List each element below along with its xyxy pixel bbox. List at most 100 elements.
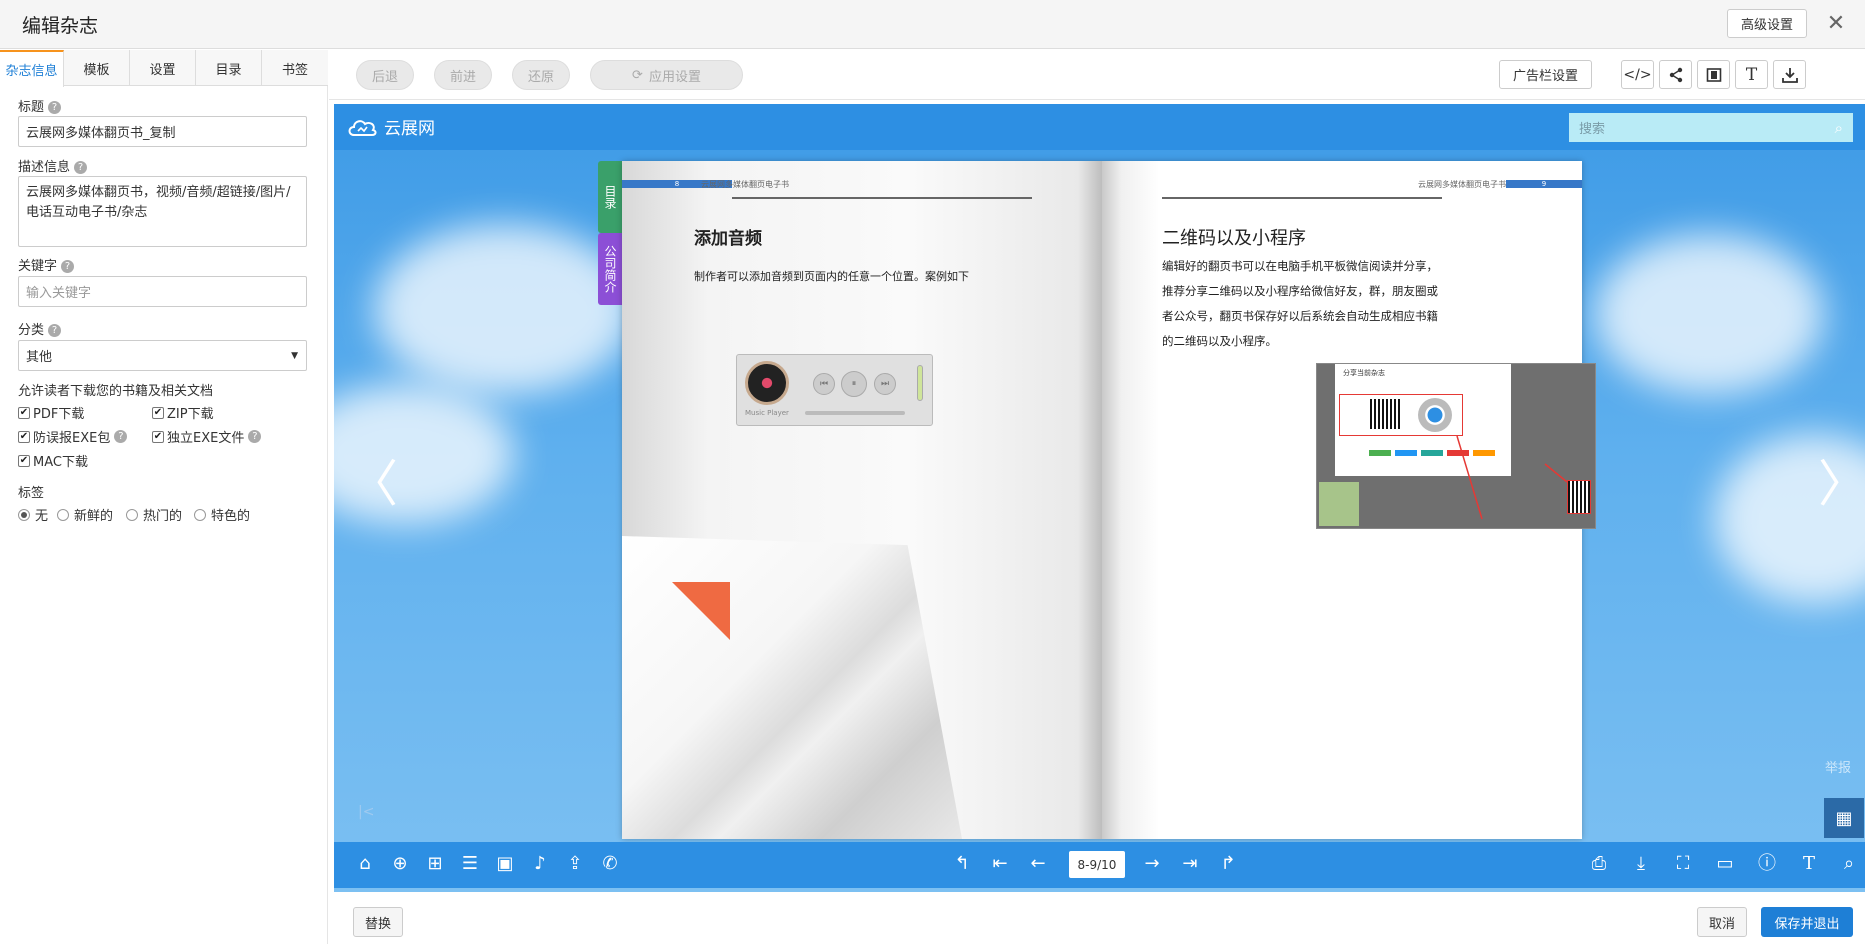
tab-template[interactable]: 模板 bbox=[64, 50, 130, 86]
print-icon[interactable]: ⎙ bbox=[1588, 855, 1610, 873]
table-of-contents-icon[interactable]: ☰ bbox=[459, 855, 481, 873]
zip-download-checkbox[interactable]: ✔ ZIP下载 bbox=[152, 403, 214, 422]
category-label: 分类? bbox=[18, 319, 62, 338]
keyword-input[interactable]: 输入关键字 bbox=[18, 276, 307, 307]
download-icon[interactable]: ⤓ bbox=[1630, 855, 1652, 873]
title-bar: 编辑杂志 高级设置 ✕ bbox=[0, 0, 1865, 49]
next-page-icon[interactable]: → bbox=[1141, 855, 1163, 873]
replace-button[interactable]: 替换 bbox=[353, 907, 403, 937]
home-icon[interactable]: ⌂ bbox=[354, 855, 376, 873]
previous-track-icon[interactable]: ⏮ bbox=[813, 373, 835, 395]
apply-settings-button[interactable]: ⟳ 应用设置 bbox=[590, 60, 743, 90]
first-page-icon[interactable]: |< bbox=[358, 804, 374, 820]
restore-button[interactable]: 还原 bbox=[512, 60, 570, 90]
description-label: 描述信息? bbox=[18, 156, 88, 175]
fullscreen-icon[interactable]: ⛶ bbox=[1672, 855, 1694, 873]
first-page-icon[interactable]: ⇤ bbox=[989, 855, 1011, 873]
side-tab-company[interactable]: 公司简介 bbox=[598, 233, 623, 305]
page-title: 编辑杂志 bbox=[22, 15, 99, 37]
tag-radio-fresh[interactable]: 新鲜的 bbox=[57, 505, 113, 524]
info-icon[interactable]: ⓘ bbox=[1756, 855, 1778, 873]
previous-page-icon[interactable]: ← bbox=[1027, 855, 1049, 873]
viewer-search-input[interactable]: 搜索 ⌕ bbox=[1569, 113, 1853, 142]
tag-radio-hot[interactable]: 热门的 bbox=[126, 505, 182, 524]
advanced-settings-button[interactable]: 高级设置 bbox=[1727, 9, 1807, 38]
standalone-exe-checkbox[interactable]: ✔ 独立EXE文件? bbox=[152, 427, 262, 446]
report-link[interactable]: 举报 bbox=[1825, 757, 1851, 776]
comment-icon[interactable]: ▭ bbox=[1714, 855, 1736, 873]
tab-settings[interactable]: 设置 bbox=[130, 50, 196, 86]
help-icon[interactable]: ? bbox=[74, 161, 88, 174]
description-textarea[interactable]: 云展网多媒体翻页书，视频/音频/超链接/图片/电话互动电子书/杂志 bbox=[18, 176, 307, 247]
sound-icon[interactable]: ♪ bbox=[529, 855, 551, 873]
tab-magazine-info[interactable]: 杂志信息 bbox=[0, 50, 64, 87]
page-number-badge: 9 bbox=[1506, 180, 1582, 188]
page-curl[interactable] bbox=[622, 536, 962, 839]
text-icon[interactable]: T bbox=[1735, 60, 1768, 89]
redo-button[interactable]: 前进 bbox=[434, 60, 492, 90]
progress-slider[interactable] bbox=[805, 411, 905, 415]
redo-flip-icon[interactable]: ↱ bbox=[1217, 855, 1239, 873]
zoom-in-icon[interactable]: ⊕ bbox=[389, 855, 411, 873]
tab-bookmarks[interactable]: 书签 bbox=[262, 50, 328, 86]
music-player[interactable]: Music Player ⏮ ⏸ ⏭ bbox=[736, 354, 933, 426]
volume-slider[interactable] bbox=[917, 365, 923, 401]
share-screenshot-image: 分享当前杂志 bbox=[1316, 363, 1596, 529]
prev-page-arrow-icon[interactable]: 〈 bbox=[348, 459, 398, 509]
thumbnails-icon[interactable]: ⊞ bbox=[424, 855, 446, 873]
mac-download-checkbox[interactable]: ✔ MAC下载 bbox=[18, 451, 88, 470]
undo-button[interactable]: 后退 bbox=[356, 60, 414, 90]
save-and-exit-button[interactable]: 保存并退出 bbox=[1761, 907, 1853, 937]
panel-tabs: 杂志信息 模板 设置 目录 书签 bbox=[0, 50, 328, 87]
help-icon[interactable]: ? bbox=[248, 430, 262, 443]
undo-flip-icon[interactable]: ↰ bbox=[951, 855, 973, 873]
header-rule bbox=[732, 197, 1032, 199]
help-icon[interactable]: ? bbox=[114, 430, 128, 443]
site-logo[interactable]: 云展网 bbox=[346, 114, 435, 139]
close-icon[interactable]: ✕ bbox=[1822, 9, 1850, 37]
cancel-button[interactable]: 取消 bbox=[1697, 907, 1747, 937]
next-page-arrow-icon[interactable]: 〉 bbox=[1818, 459, 1865, 509]
category-select[interactable]: 其他 ▼ bbox=[18, 340, 307, 371]
category-value: 其他 bbox=[26, 350, 53, 365]
tag-radio-featured[interactable]: 特色的 bbox=[194, 505, 250, 524]
video-icon[interactable]: ▣ bbox=[494, 855, 516, 873]
thumbnail-image bbox=[1319, 482, 1359, 526]
share-icon[interactable] bbox=[1659, 60, 1692, 89]
title-input[interactable]: 云展网多媒体翻页书_复制 bbox=[18, 116, 307, 147]
help-icon[interactable]: ? bbox=[61, 260, 75, 273]
download-icon[interactable] bbox=[1773, 60, 1806, 89]
phone-icon[interactable]: ✆ bbox=[599, 855, 621, 873]
exe-package-checkbox[interactable]: ✔ 防误报EXE包? bbox=[18, 427, 128, 446]
page-indicator-input[interactable]: 8-9/10 bbox=[1069, 851, 1125, 878]
running-head: 云展网多媒体翻页电子书 bbox=[701, 180, 789, 189]
code-icon[interactable]: </> bbox=[1621, 60, 1654, 89]
tag-radio-none[interactable]: 无 bbox=[18, 505, 48, 524]
checkbox-icon: ✔ bbox=[152, 406, 164, 419]
magazine-info-panel: 杂志信息 模板 设置 目录 书签 标题? 云展网多媒体翻页书_复制 描述信息? … bbox=[0, 50, 328, 944]
help-icon[interactable]: ? bbox=[48, 101, 62, 114]
logo-text: 云展网 bbox=[384, 119, 435, 139]
pause-icon[interactable]: ⏸ bbox=[841, 371, 867, 397]
header-rule bbox=[1162, 197, 1442, 199]
radio-icon bbox=[194, 508, 206, 521]
title-label: 标题? bbox=[18, 96, 62, 115]
ad-bar-settings-button[interactable]: 广告栏设置 bbox=[1499, 60, 1592, 89]
tab-toc[interactable]: 目录 bbox=[196, 50, 262, 86]
help-icon[interactable]: ? bbox=[48, 324, 62, 337]
layout-icon[interactable] bbox=[1697, 60, 1730, 89]
left-page[interactable]: 8 云展网多媒体翻页电子书 添加音频 制作者可以添加音频到页面内的任意一个位置。… bbox=[622, 161, 1102, 839]
last-page-icon[interactable]: ⇥ bbox=[1179, 855, 1201, 873]
share-icon[interactable]: ⇪ bbox=[564, 855, 586, 873]
text-icon[interactable]: T bbox=[1798, 855, 1820, 873]
tag-label: 标签 bbox=[18, 486, 45, 501]
keyword-label: 关键字? bbox=[18, 255, 75, 274]
qr-code-icon[interactable]: ▦ bbox=[1824, 798, 1864, 838]
side-tab-toc[interactable]: 目录 bbox=[598, 161, 623, 233]
next-track-icon[interactable]: ⏭ bbox=[874, 373, 896, 395]
search-icon[interactable]: ⌕ bbox=[1838, 855, 1860, 873]
checkbox-icon: ✔ bbox=[18, 454, 30, 467]
body-text: 编辑好的翻页书可以在电脑手机平板微信阅读并分享，推荐分享二维码以及小程序给微信好… bbox=[1162, 259, 1438, 348]
pdf-download-checkbox[interactable]: ✔ PDF下载 bbox=[18, 403, 84, 422]
search-icon[interactable]: ⌕ bbox=[1835, 119, 1843, 137]
